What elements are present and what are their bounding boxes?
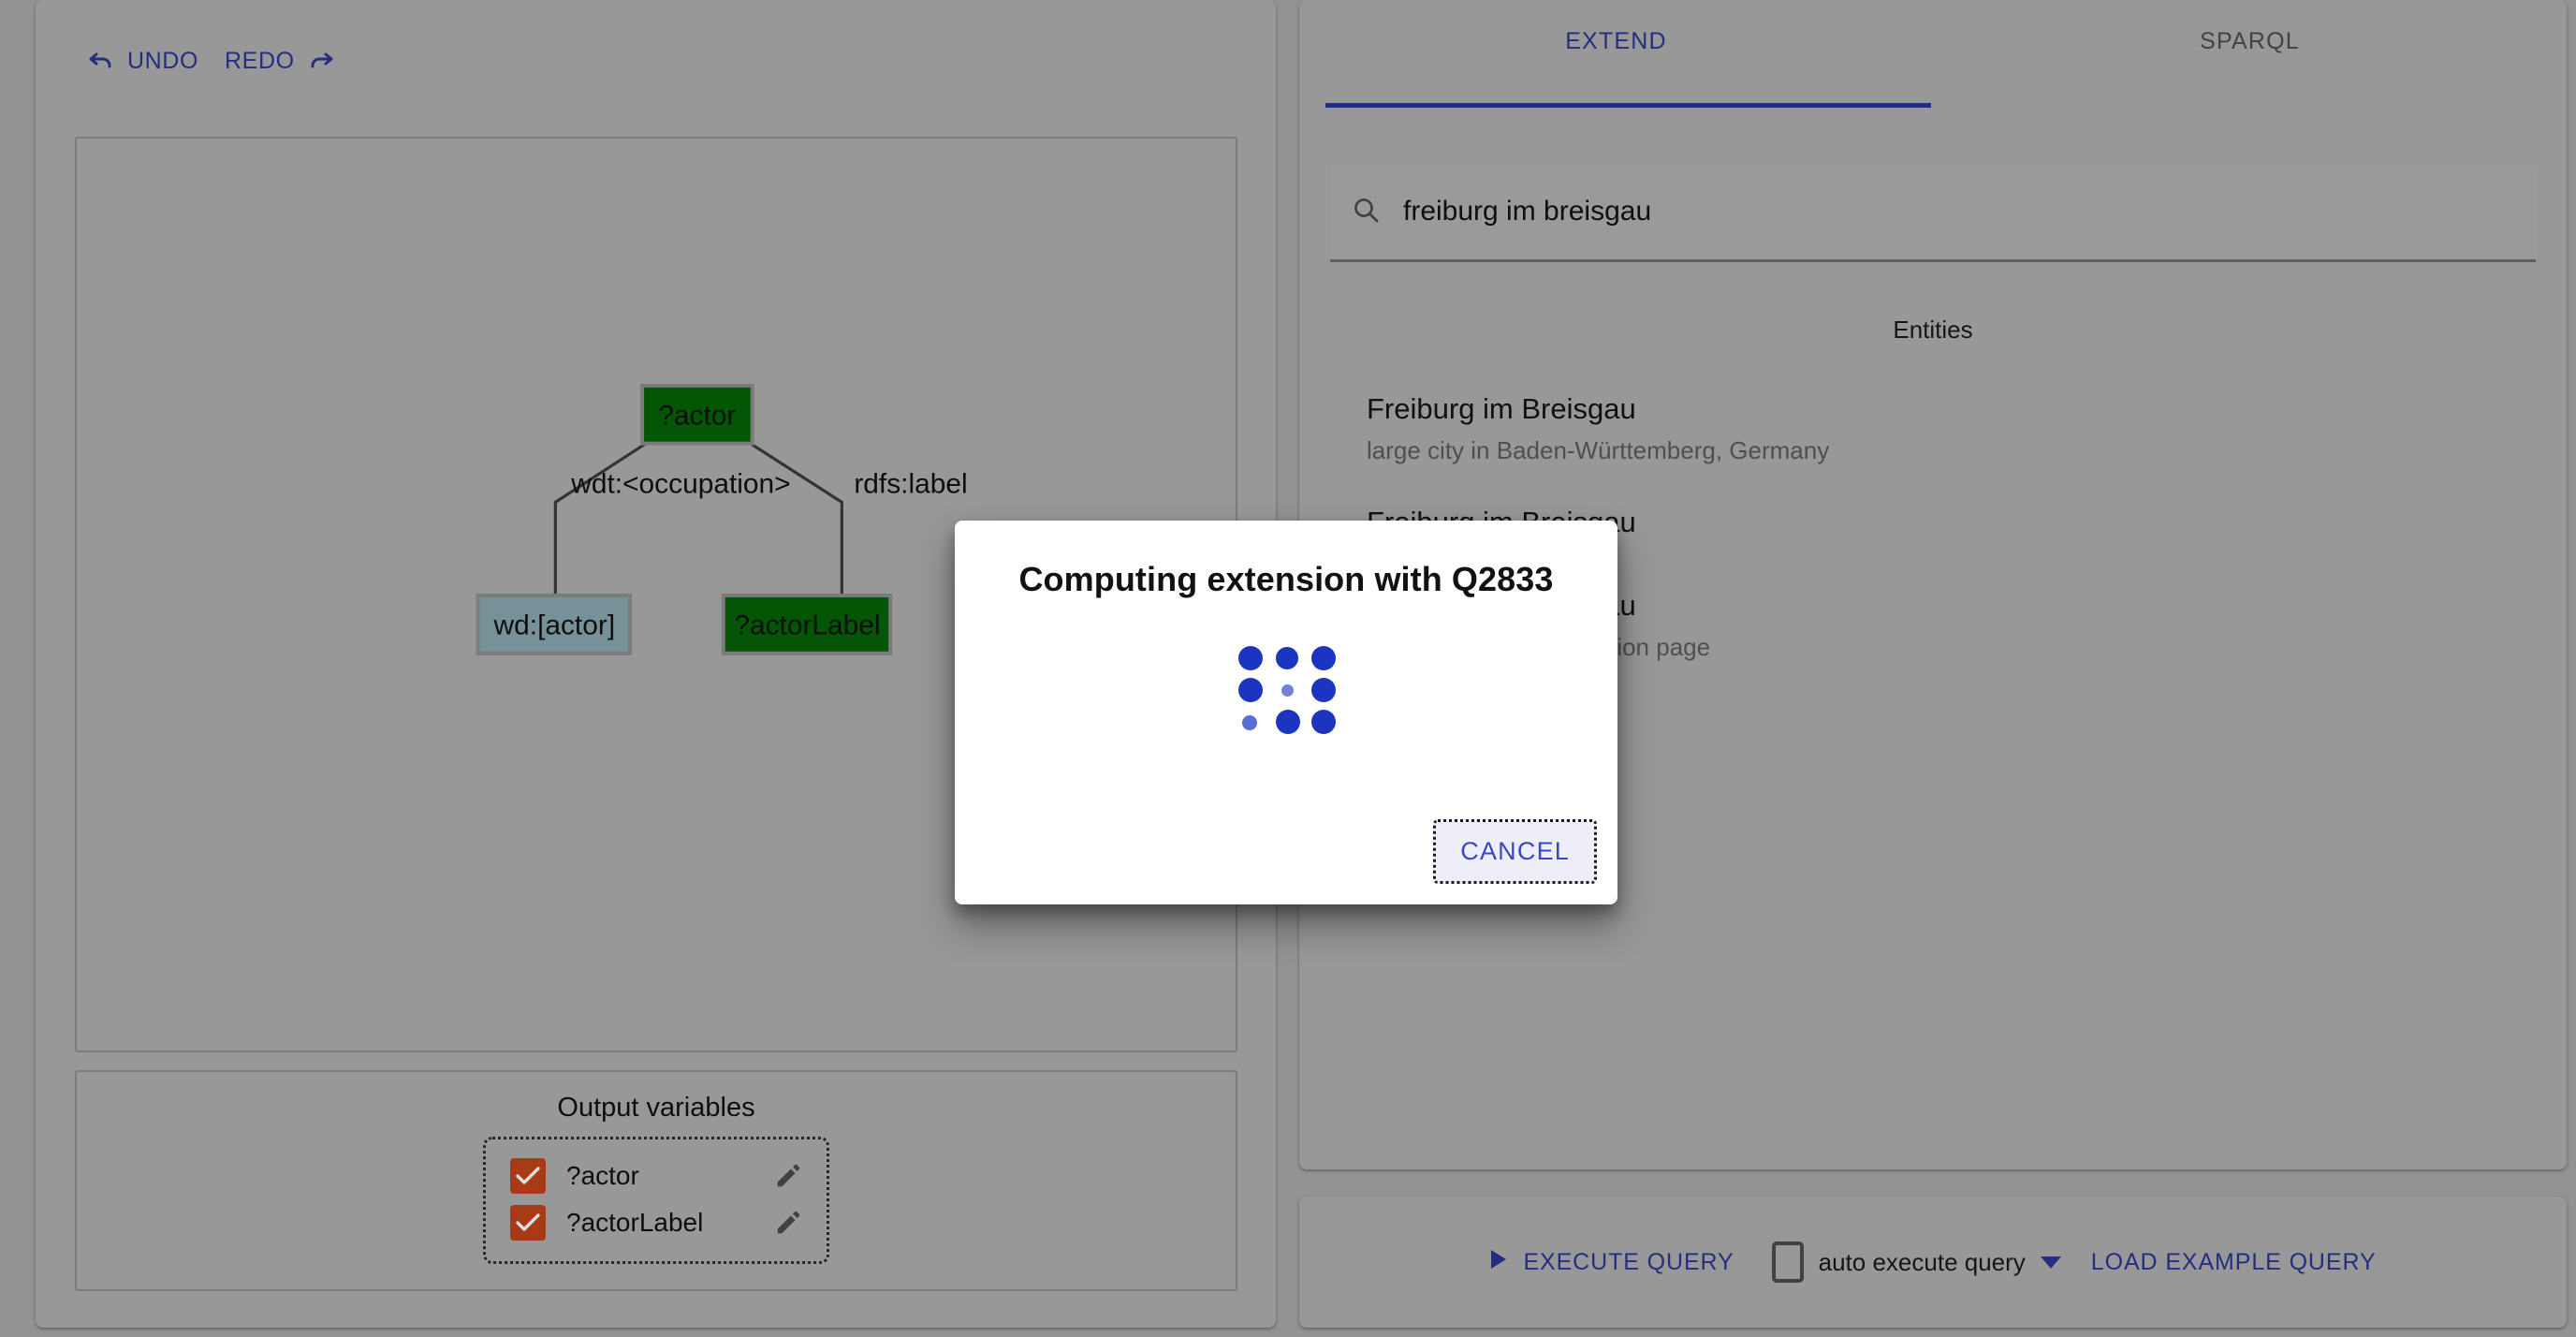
check-icon: [516, 1167, 540, 1184]
output-variable-row: ?actorLabel: [510, 1199, 802, 1246]
output-variable-name: ?actor: [566, 1161, 639, 1190]
graph-edge-occupation[interactable]: [553, 442, 647, 595]
cancel-button[interactable]: CANCEL: [1433, 819, 1597, 884]
dialog-actions: CANCEL: [1433, 819, 1597, 884]
execute-query-button[interactable]: EXECUTE QUERY: [1476, 1242, 1747, 1284]
history-toolbar: UNDO REDO: [36, 37, 347, 84]
graph-edge-label[interactable]: [749, 442, 843, 595]
dot-grid-spinner: [1235, 646, 1338, 734]
undo-button[interactable]: UNDO: [75, 42, 212, 81]
redo-label: REDO: [225, 47, 295, 74]
execute-query-label: EXECUTE QUERY: [1523, 1248, 1734, 1275]
caret-down-icon[interactable]: [2040, 1256, 2061, 1269]
output-variable-name: ?actorLabel: [566, 1208, 704, 1237]
graph-edge-label-rdfslabel: rdfs:label: [854, 468, 967, 499]
undo-arrow-icon: [88, 50, 116, 72]
output-variables-title: Output variables: [557, 1093, 755, 1123]
output-variable-row: ?actor: [510, 1153, 802, 1199]
graph-node-actor[interactable]: ?actor: [640, 383, 754, 446]
entity-search-field[interactable]: [1330, 164, 2536, 262]
output-variables-section: Output variables ?actor ?actorLabel: [75, 1070, 1237, 1291]
tab-sparql[interactable]: SPARQL: [1933, 0, 2567, 108]
pencil-icon[interactable]: [774, 1209, 802, 1237]
entity-name: Freiburg im Breisgau: [1367, 392, 1636, 425]
graph-node-actorlabel-label: ?actorLabel: [734, 610, 880, 640]
query-actions-bar: EXECUTE QUERY auto execute query LOAD EX…: [1299, 1197, 2567, 1328]
search-icon: [1351, 195, 1381, 229]
dialog-title: Computing extension with Q2833: [1018, 560, 1554, 598]
output-variables-list: ?actor ?actorLabel: [483, 1137, 829, 1264]
redo-arrow-icon: [306, 50, 334, 72]
graph-node-wd-actor-label: wd:[actor]: [493, 610, 616, 640]
output-variable-checkbox-actorlabel[interactable]: [510, 1205, 546, 1241]
check-icon: [516, 1213, 540, 1231]
entities-section-title: Entities: [1893, 316, 1973, 344]
auto-execute-label: auto execute query: [1818, 1247, 2026, 1276]
app-root: UNDO REDO wdt:<occupation> rdfs:label ?a…: [0, 0, 2576, 1337]
undo-label: UNDO: [127, 47, 199, 74]
tab-active-indicator: [1325, 103, 1931, 108]
computing-extension-dialog: Computing extension with Q2833 CANCEL: [955, 521, 1617, 904]
redo-button[interactable]: REDO: [212, 42, 347, 81]
graph-node-actor-label[interactable]: ?actorLabel: [721, 594, 893, 655]
graph-edge-label-occupation: wdt:<occupation>: [570, 468, 790, 499]
auto-execute-checkbox[interactable]: [1771, 1242, 1804, 1283]
search-input[interactable]: [1401, 195, 2515, 228]
pencil-icon[interactable]: [774, 1162, 802, 1190]
entity-list-item[interactable]: Freiburg im Breisgau large city in Baden…: [1299, 373, 2567, 486]
tab-sparql-label: SPARQL: [2200, 27, 2300, 54]
graph-node-actor-label: ?actor: [658, 400, 736, 431]
tab-extend-label: EXTEND: [1565, 27, 1667, 54]
output-variable-checkbox-actor[interactable]: [510, 1158, 546, 1194]
load-example-query-label: LOAD EXAMPLE QUERY: [2090, 1248, 2377, 1275]
load-example-query-button[interactable]: LOAD EXAMPLE QUERY: [2078, 1242, 2390, 1284]
graph-node-wd-actor[interactable]: wd:[actor]: [476, 594, 633, 655]
entity-description: large city in Baden-Württemberg, Germany: [1367, 435, 1830, 464]
panel-tabs: EXTEND SPARQL: [1299, 0, 2567, 108]
play-triangle-icon: [1489, 1249, 1508, 1276]
tab-extend[interactable]: EXTEND: [1299, 0, 1933, 108]
